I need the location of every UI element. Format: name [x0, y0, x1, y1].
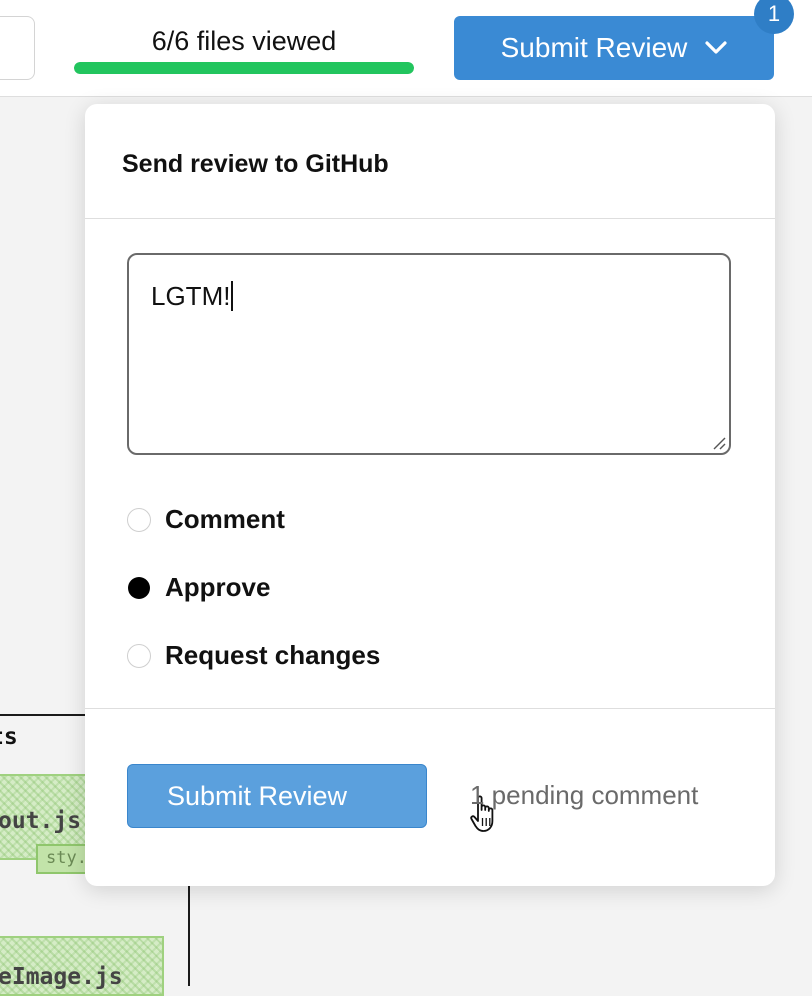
diagram-node-label: out.js [0, 808, 82, 834]
diagram-title: ts [0, 724, 18, 750]
resize-handle-icon[interactable] [712, 436, 726, 450]
radio-option-request-changes[interactable]: Request changes [127, 640, 380, 671]
search-input[interactable] [0, 16, 35, 80]
divider [85, 218, 775, 219]
radio-label: Comment [165, 504, 285, 534]
radio-label: Request changes [165, 640, 381, 670]
radio-button[interactable] [128, 576, 150, 599]
submit-review-dropdown-button[interactable]: Submit Review [454, 16, 774, 80]
radio-button[interactable] [127, 507, 151, 532]
diagram-node-label: eImage.js [0, 964, 123, 990]
review-comment-textarea[interactable]: LGTM! [127, 253, 731, 455]
toolbar: 6/6 files viewed Submit Review 1 [0, 0, 812, 97]
divider [85, 708, 775, 709]
pending-count-badge: 1 [754, 0, 794, 34]
review-popover: Send review to GitHub LGTM! Comment Appr… [85, 104, 775, 886]
radio-option-comment[interactable]: Comment [127, 504, 285, 535]
files-viewed-label: 6/6 files viewed [151, 26, 337, 56]
submit-review-button[interactable]: Submit Review [127, 764, 427, 828]
files-viewed-progress [74, 62, 414, 74]
diagram-node: eImage.js [0, 936, 164, 996]
submit-review-label: Submit Review [166, 780, 348, 811]
review-comment-text: LGTM! [151, 281, 231, 311]
text-caret [231, 281, 234, 311]
popover-title: Send review to GitHub [122, 150, 389, 178]
radio-button[interactable] [127, 643, 151, 668]
pending-comment-count: 1 pending comment [470, 780, 699, 810]
radio-option-approve[interactable]: Approve [127, 572, 270, 603]
radio-label: Approve [165, 572, 271, 602]
submit-review-dropdown-label: Submit Review [500, 32, 688, 63]
files-viewed-progress-fill [74, 62, 414, 74]
chevron-down-icon [705, 41, 727, 54]
